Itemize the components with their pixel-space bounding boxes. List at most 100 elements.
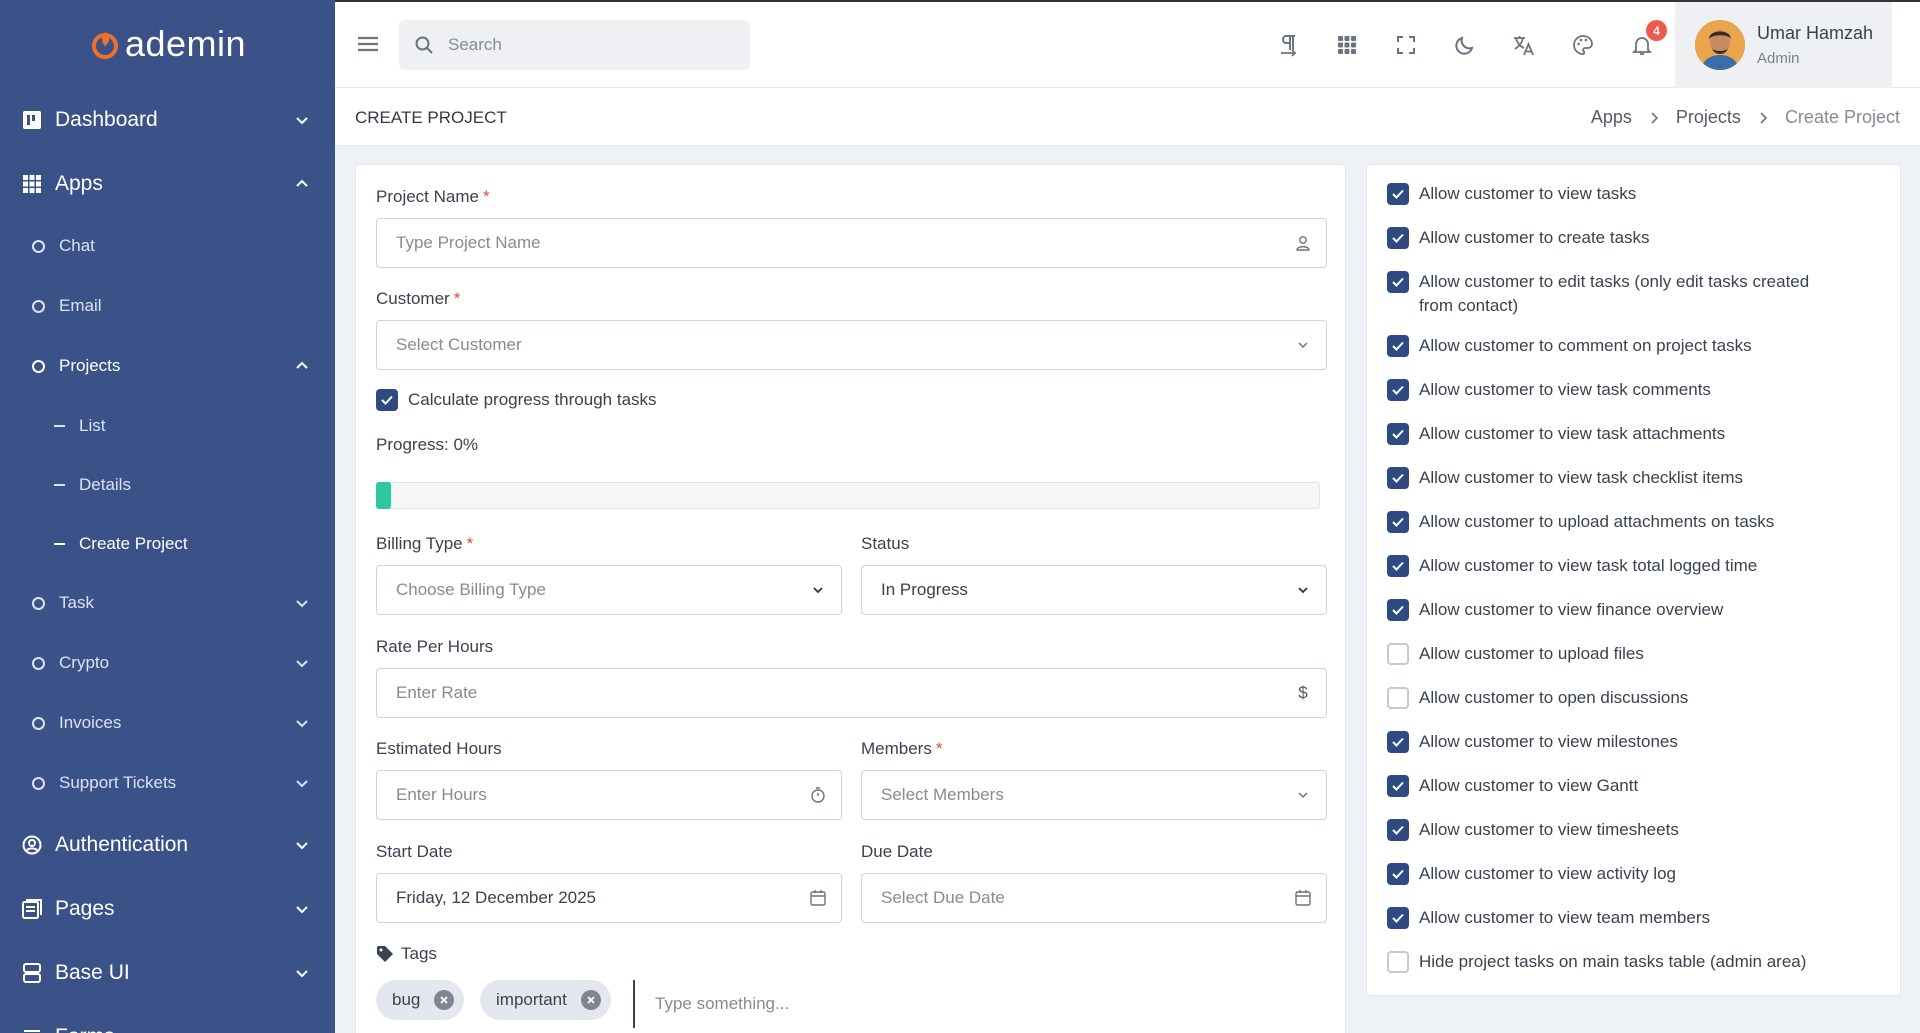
circle-bullet-icon	[32, 776, 45, 790]
due-date-input[interactable]: Select Due Date	[861, 873, 1327, 923]
sidebar-item-label: Forms	[55, 1025, 115, 1033]
permission-checkbox[interactable]	[1387, 379, 1409, 401]
user-name: Umar Hamzah	[1757, 23, 1874, 43]
sidebar-item-authentication[interactable]: Authentication	[0, 813, 335, 877]
remove-tag-icon[interactable]	[580, 990, 601, 1010]
hamburger-menu-icon[interactable]	[355, 33, 381, 55]
permission-checkbox[interactable]	[1387, 467, 1409, 489]
permission-checkbox[interactable]	[1387, 511, 1409, 533]
sidebar-item-label: Chat	[59, 236, 95, 255]
breadcrumb-item-projects[interactable]: Projects	[1676, 107, 1741, 128]
estimated-hours-input[interactable]: Enter Hours	[376, 770, 842, 820]
page-title: CREATE PROJECT	[355, 108, 507, 127]
text-direction-icon[interactable]	[1276, 33, 1300, 57]
breadcrumb-item-apps[interactable]: Apps	[1591, 107, 1632, 128]
sidebar-item-email[interactable]: Email	[0, 276, 335, 336]
permission-checkbox[interactable]	[1387, 335, 1409, 357]
sidebar-nav: Dashboard Apps Chat Email Projects List …	[0, 88, 335, 1033]
user-role: Admin	[1757, 50, 1800, 67]
checkmark-icon	[1392, 737, 1404, 747]
sidebar-item-support-tickets[interactable]: Support Tickets	[0, 753, 335, 813]
chevron-down-icon	[813, 587, 823, 594]
sidebar-item-pages[interactable]: Pages	[0, 877, 335, 941]
billing-type-select[interactable]: Choose Billing Type	[376, 565, 842, 615]
sidebar-item-label: Pages	[55, 897, 115, 920]
permission-checkbox[interactable]	[1387, 775, 1409, 797]
apps-grid-icon	[23, 175, 41, 193]
rate-label: Rate Per Hours	[376, 637, 494, 656]
chevron-up-icon	[296, 179, 308, 187]
permission-checkbox[interactable]	[1387, 643, 1409, 665]
calc-progress-checkbox[interactable]	[376, 389, 398, 411]
permission-checkbox[interactable]	[1387, 599, 1409, 621]
calc-progress-label: Calculate progress through tasks	[408, 390, 657, 409]
permission-checkbox[interactable]	[1387, 227, 1409, 249]
dark-mode-moon-icon[interactable]	[1453, 33, 1477, 57]
sidebar-item-forms[interactable]: Forms	[0, 1005, 335, 1033]
sidebar-item-label: Dashboard	[55, 108, 158, 131]
breadcrumb-item-create-project: Create Project	[1784, 107, 1900, 127]
permission-checkbox[interactable]	[1387, 555, 1409, 577]
pages-icon	[22, 899, 42, 919]
start-date-input[interactable]: Friday, 12 December 2025	[376, 873, 842, 923]
progress-bar	[376, 482, 1320, 509]
billing-type-label: Billing Type *	[376, 534, 474, 553]
permission-checkbox[interactable]	[1387, 819, 1409, 841]
checkmark-icon	[1392, 825, 1404, 835]
permission-checkbox[interactable]	[1387, 687, 1409, 709]
permission-label: Allow customer to view task comments	[1419, 380, 1711, 399]
permission-checkbox[interactable]	[1387, 731, 1409, 753]
checkmark-icon	[1392, 233, 1404, 243]
chevron-down-icon	[296, 780, 308, 788]
tag-chip-important: important	[480, 980, 611, 1020]
sidebar-item-invoices[interactable]: Invoices	[0, 693, 335, 753]
sidebar-item-label: Base UI	[55, 961, 130, 984]
members-select[interactable]: Select Members	[861, 770, 1327, 820]
project-name-field[interactable]: Type Project Name	[376, 218, 1327, 268]
sidebar-item-dashboard[interactable]: Dashboard	[0, 88, 335, 152]
permission-checkbox[interactable]	[1387, 183, 1409, 205]
sidebar-item-projects[interactable]: Projects	[0, 336, 335, 396]
customer-select[interactable]: Select Customer	[376, 320, 1327, 370]
remove-tag-icon[interactable]	[434, 990, 455, 1010]
brand-name: ademin	[124, 23, 247, 64]
status-select[interactable]: In Progress	[861, 565, 1327, 615]
permission-checkbox[interactable]	[1387, 423, 1409, 445]
sidebar-item-task[interactable]: Task	[0, 573, 335, 633]
members-label: Members *	[861, 739, 943, 758]
permission-checkbox[interactable]	[1387, 271, 1409, 293]
permission-checkbox[interactable]	[1387, 907, 1409, 929]
sidebar-item-base-ui[interactable]: Base UI	[0, 941, 335, 1005]
sidebar-item-list[interactable]: List	[0, 396, 335, 455]
checkmark-icon	[1392, 473, 1404, 483]
search-input[interactable]	[448, 35, 728, 55]
dash-bullet-icon	[54, 542, 65, 545]
page-header: CREATE PROJECT Apps Projects Create Proj…	[335, 88, 1920, 146]
sidebar-item-chat[interactable]: Chat	[0, 216, 335, 276]
checkmark-icon	[1392, 517, 1404, 527]
checkmark-icon	[1392, 605, 1404, 615]
chevron-right-icon	[1760, 111, 1768, 124]
breadcrumb: Apps Projects Create Project	[1591, 107, 1900, 128]
sidebar-item-create-project[interactable]: Create Project	[0, 514, 335, 573]
sidebar-item-apps[interactable]: Apps	[0, 152, 335, 216]
apps-grid-icon[interactable]	[1335, 33, 1359, 57]
sidebar-item-label: Authentication	[55, 833, 189, 856]
user-menu[interactable]: Umar Hamzah Admin	[1675, 2, 1892, 88]
sidebar-item-details[interactable]: Details	[0, 455, 335, 514]
notification-count-badge: 4	[1646, 20, 1667, 41]
brand-logo[interactable]: ademin	[0, 0, 335, 88]
rate-input[interactable]: Enter Rate $	[376, 668, 1327, 718]
palette-icon[interactable]	[1571, 33, 1595, 57]
chevron-down-icon	[1298, 342, 1308, 349]
fullscreen-icon[interactable]	[1394, 33, 1418, 57]
chevron-down-icon	[296, 600, 308, 608]
translate-icon[interactable]	[1512, 33, 1536, 57]
permission-checkbox[interactable]	[1387, 863, 1409, 885]
permission-checkbox[interactable]	[1387, 951, 1409, 973]
sidebar-item-label: Invoices	[59, 713, 122, 732]
calendar-icon	[1295, 890, 1311, 906]
sidebar-item-label: Crypto	[59, 653, 110, 672]
tag-input[interactable]: Type something...	[633, 980, 833, 1028]
sidebar-item-crypto[interactable]: Crypto	[0, 633, 335, 693]
